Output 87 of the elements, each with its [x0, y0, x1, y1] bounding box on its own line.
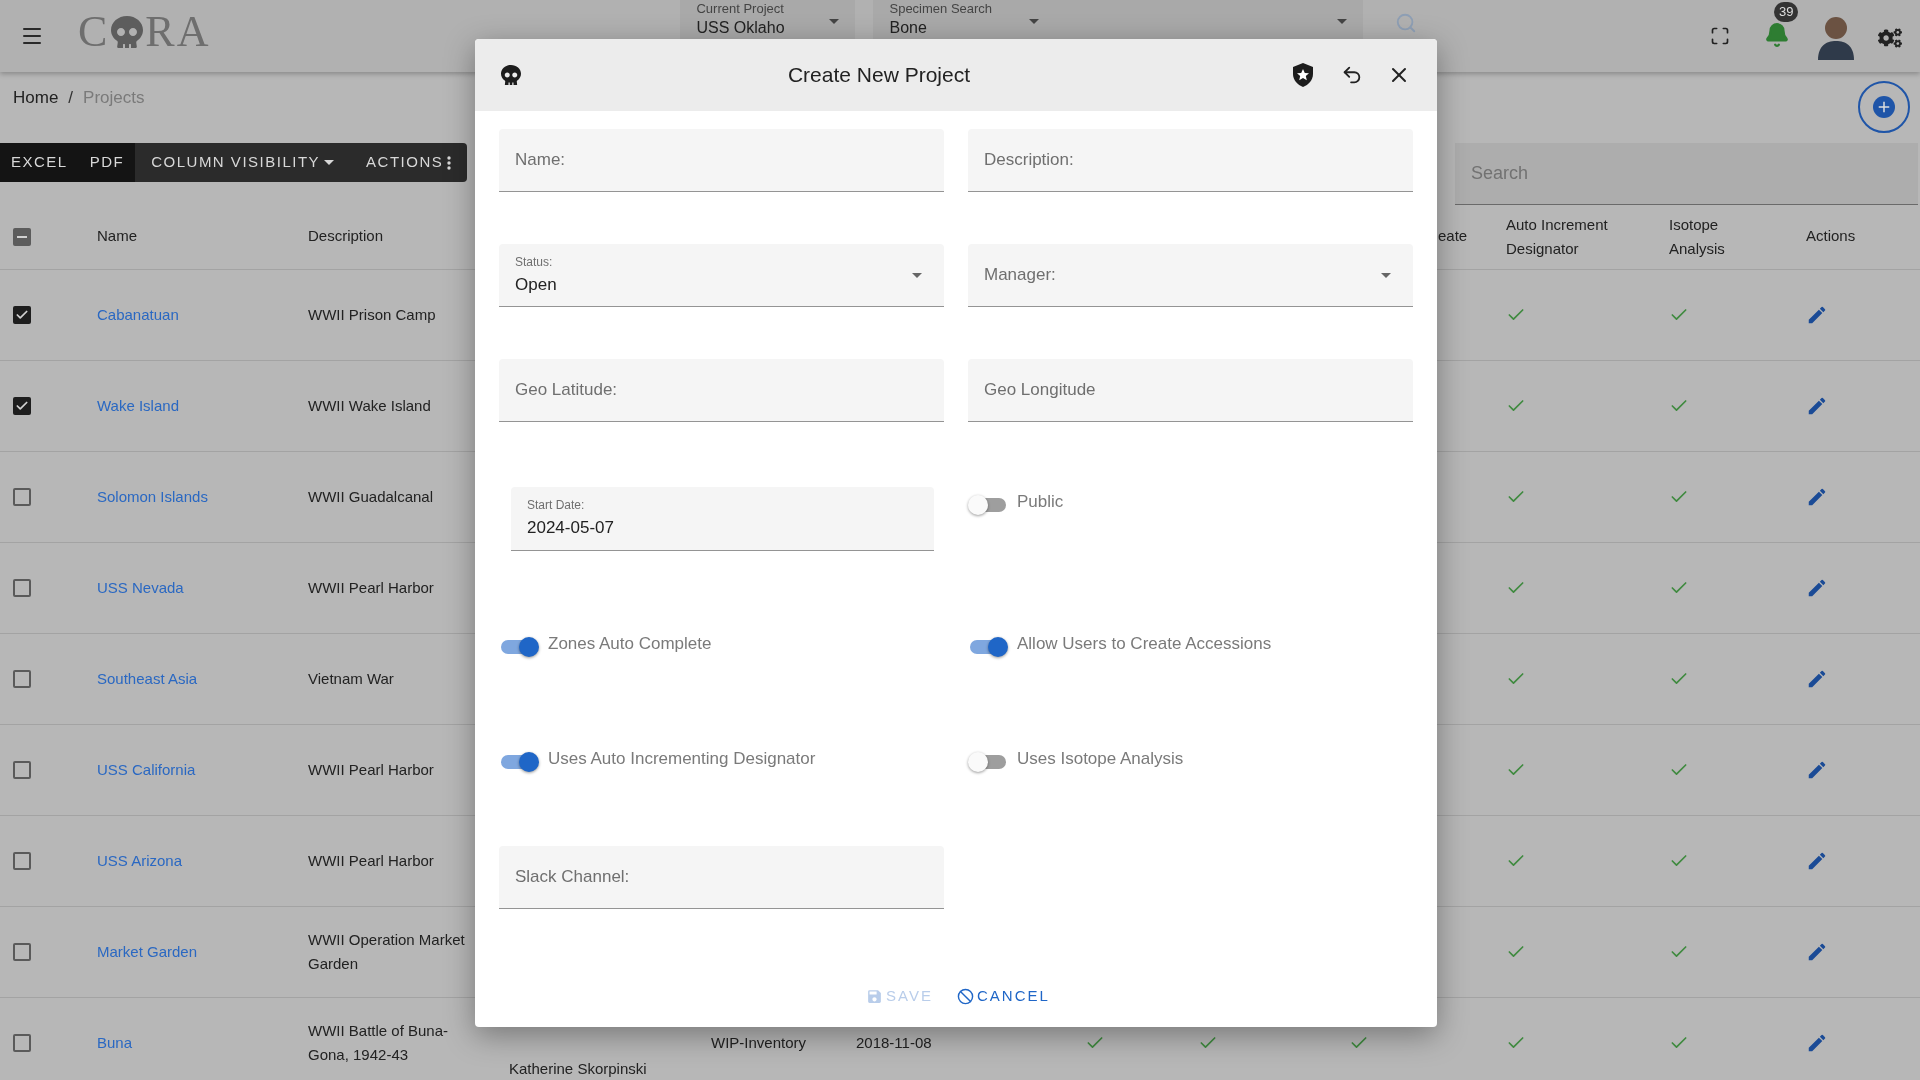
edit-icon[interactable] — [1806, 1032, 1828, 1054]
column-header[interactable]: Name — [97, 225, 137, 248]
checkmark-icon — [15, 308, 29, 322]
caret-icon — [829, 19, 840, 24]
add-button[interactable] — [1858, 81, 1910, 133]
table-cell-text: WWII Pearl Harbor — [308, 578, 435, 598]
checkbox[interactable] — [13, 943, 31, 961]
column-header[interactable]: Auto Increment Designator — [1506, 212, 1659, 261]
select-field[interactable]: Status: Open — [499, 244, 944, 307]
column-header[interactable]: Isotope Analysis — [1669, 212, 1756, 261]
checkbox[interactable] — [13, 761, 31, 779]
breadcrumb-link[interactable]: Home — [13, 85, 59, 111]
toolbar-button[interactable]: COLUMN VISIBILITY — [135, 143, 351, 182]
checkbox[interactable] — [13, 397, 31, 415]
text-field[interactable]: Slack Channel: — [499, 846, 944, 909]
search-field[interactable]: Search — [1455, 143, 1918, 205]
edit-icon[interactable] — [1806, 668, 1828, 690]
undo-icon[interactable] — [1341, 64, 1363, 86]
table-cell: WIP-Inventory — [711, 1034, 807, 1052]
checkbox[interactable] — [13, 579, 31, 597]
text-field[interactable]: Geo Latitude: — [499, 359, 944, 422]
caret-icon — [912, 272, 922, 278]
table-cell-text: WWII Wake Island — [308, 396, 432, 416]
table-cell-text: WWII Operation Market Garden — [308, 930, 466, 974]
bell-icon[interactable] — [1764, 22, 1790, 48]
caret-icon — [1337, 19, 1348, 24]
notification-badge: 39 — [1774, 2, 1799, 22]
cancel-icon — [957, 987, 974, 1005]
edit-icon[interactable] — [1806, 486, 1828, 508]
toggle-label: Allow Users to Create Accessions — [1017, 633, 1272, 655]
shield-star-icon[interactable] — [1293, 63, 1313, 87]
toggle-switch[interactable] — [499, 635, 539, 659]
toolbar-button[interactable]: ACTIONS — [350, 143, 468, 182]
cancel-button[interactable]: CANCEL — [957, 985, 1050, 1008]
checkmark-icon — [15, 399, 29, 413]
toggle-label: Public — [1017, 491, 1064, 513]
table-cell-text: WWII Pearl Harbor — [308, 760, 435, 780]
logo-text: C — [78, 10, 110, 54]
toggle-label: Uses Auto Incrementing Designator — [548, 748, 816, 770]
caret-icon — [1029, 19, 1040, 24]
checkbox[interactable] — [13, 306, 31, 324]
date-field[interactable]: Start Date: 2024-05-07 — [511, 487, 934, 551]
logo-text: RA — [145, 10, 211, 54]
checkbox[interactable] — [13, 1034, 31, 1052]
checkbox[interactable] — [13, 852, 31, 870]
caret-icon — [324, 160, 335, 165]
edit-icon[interactable] — [1806, 759, 1828, 781]
breadcrumb-separator: / — [68, 87, 74, 110]
column-header[interactable]: Description — [308, 225, 384, 248]
table-cell-text: WWII Battle of Buna-Gona, 1942-43 — [308, 1021, 450, 1065]
checkbox[interactable] — [13, 227, 31, 246]
checkbox[interactable] — [13, 488, 31, 506]
table-cell-text: WWII Guadalcanal — [308, 487, 435, 507]
column-header[interactable]: Actions — [1806, 225, 1856, 248]
toggle-switch[interactable] — [499, 750, 539, 774]
edit-icon[interactable] — [1806, 941, 1828, 963]
column-header[interactable]: eate — [1438, 225, 1468, 248]
toggle-label: Zones Auto Complete — [548, 633, 712, 655]
edit-icon[interactable] — [1806, 850, 1828, 872]
plus-icon — [1873, 96, 1895, 118]
fullscreen-icon[interactable] — [1710, 26, 1730, 46]
toggle-switch[interactable] — [968, 493, 1008, 517]
toolbar-button[interactable]: EXCEL — [0, 143, 79, 182]
toggle-switch[interactable] — [968, 635, 1008, 659]
skull-icon — [501, 65, 521, 85]
more-icon — [447, 155, 452, 170]
edit-icon[interactable] — [1806, 577, 1828, 599]
toggle-label: Uses Isotope Analysis — [1017, 748, 1184, 770]
table-cell: 2018-11-08 — [856, 1034, 932, 1052]
checkbox[interactable] — [13, 670, 31, 688]
caret-icon — [1381, 272, 1391, 278]
settings-icon[interactable] — [1878, 26, 1902, 50]
table-cell-text: Vietnam War — [308, 669, 395, 689]
select-field[interactable]: Manager: — [968, 244, 1413, 307]
save-icon — [866, 987, 884, 1005]
text-field[interactable]: Description: — [968, 129, 1413, 192]
text-field[interactable]: Geo Longitude — [968, 359, 1413, 422]
toolbar-button[interactable]: PDF — [78, 143, 136, 182]
skull-icon — [111, 16, 144, 48]
edit-icon[interactable] — [1806, 395, 1828, 417]
avatar[interactable] — [1816, 14, 1856, 60]
text-field[interactable]: Name: — [499, 129, 944, 192]
table-cell-text: WWII Pearl Harbor — [308, 851, 435, 871]
toggle-switch[interactable] — [968, 750, 1008, 774]
edit-icon[interactable] — [1806, 304, 1828, 326]
table-cell: Katherine Skorpinski — [509, 1060, 647, 1077]
table-cell-text: WWII Prison Camp — [308, 305, 437, 325]
